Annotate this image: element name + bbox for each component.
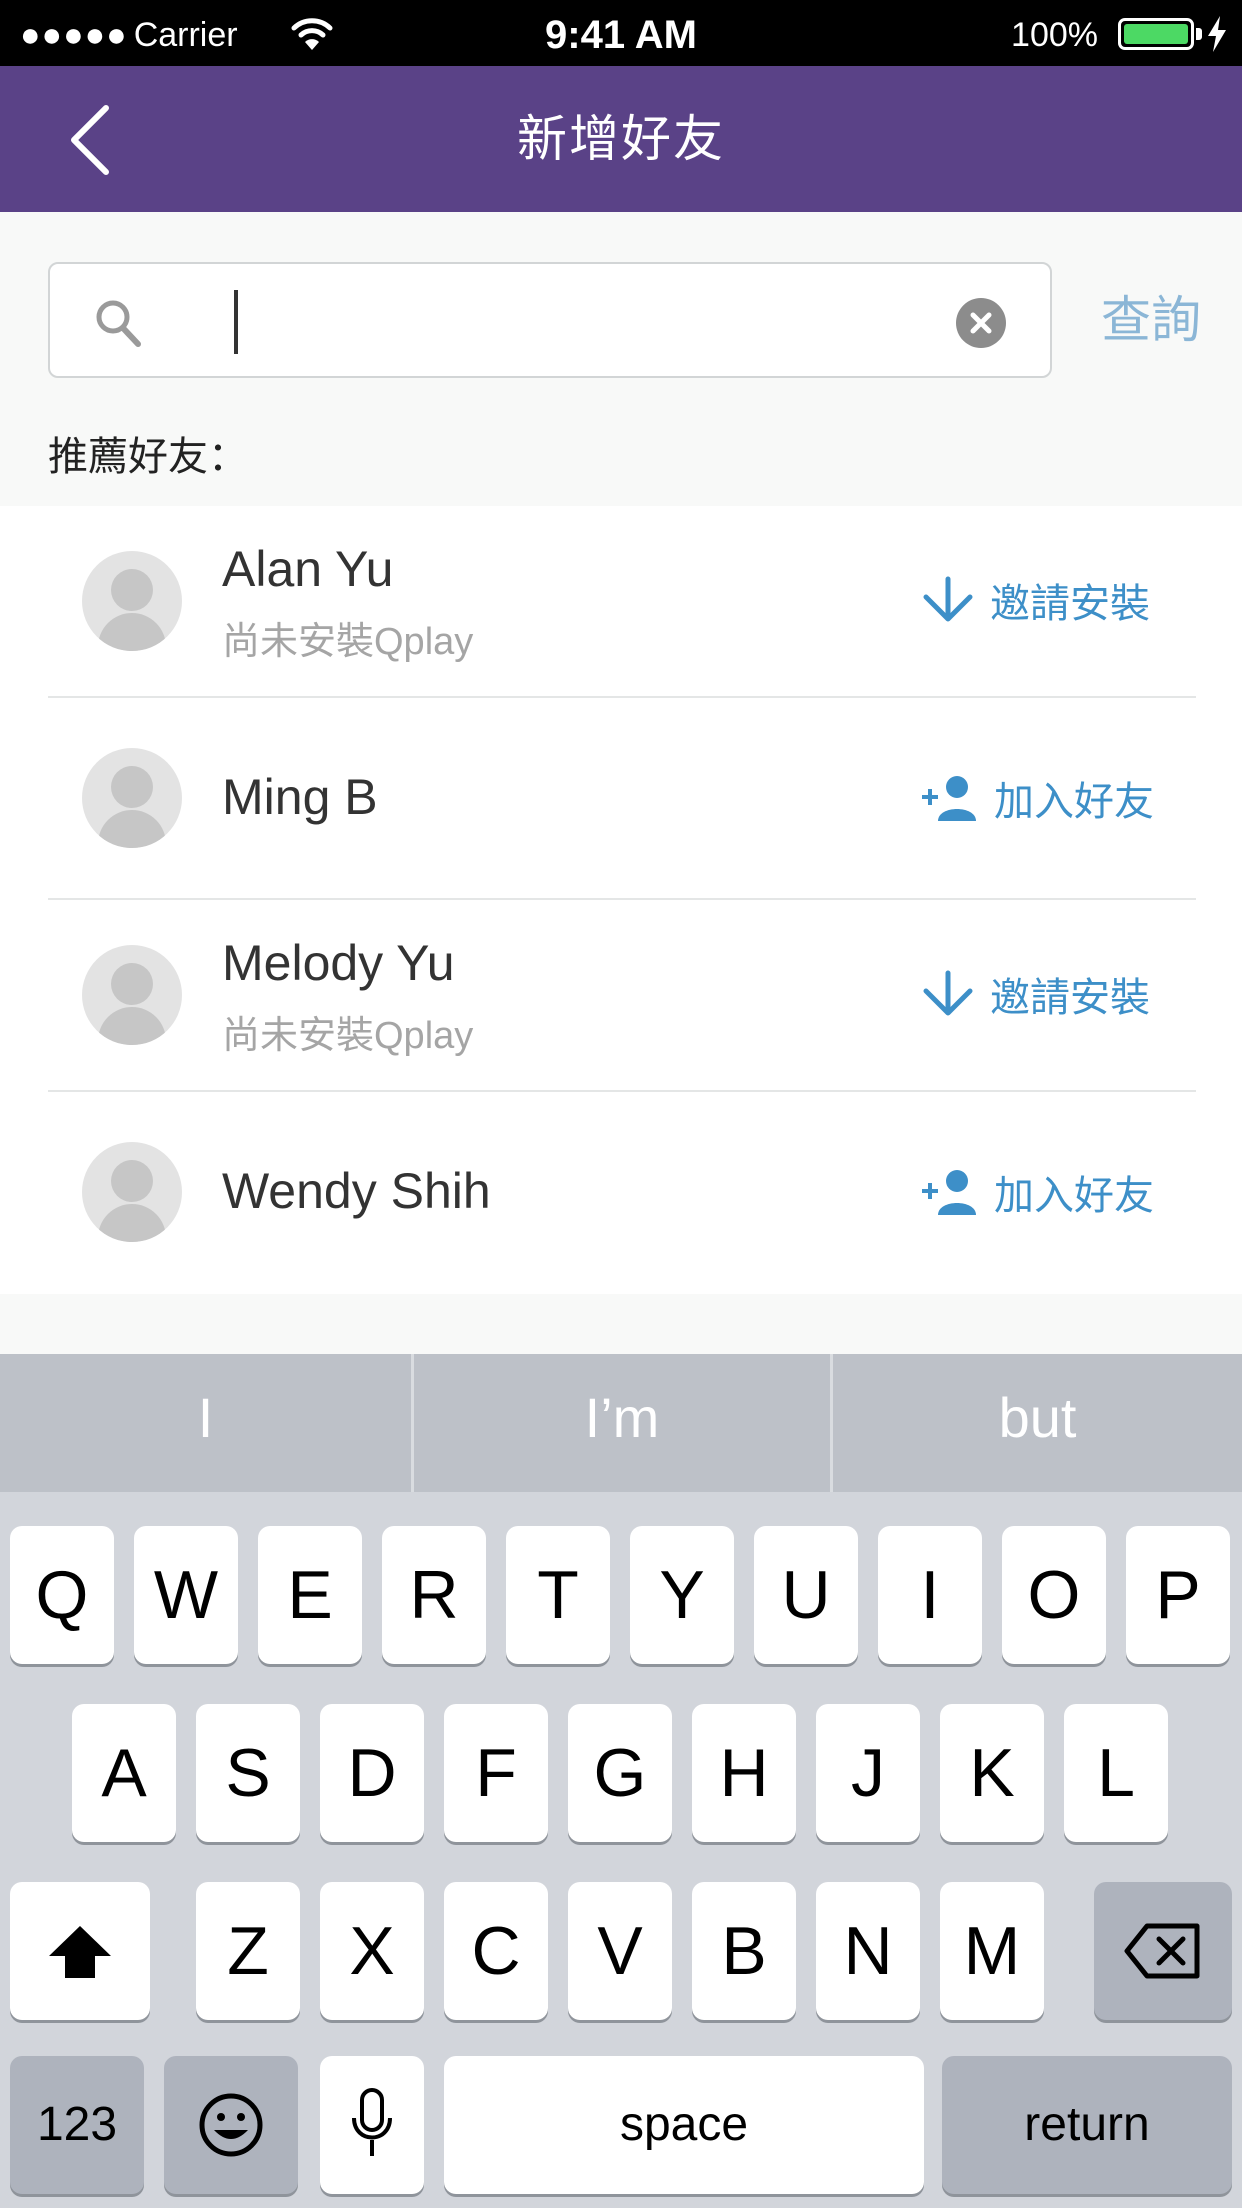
friend-list: Alan Yu 尚未安裝Qplay 邀請安裝 Ming B 加入好友 Melod… [0, 506, 1242, 1294]
suggestion[interactable]: I’m [414, 1354, 830, 1492]
list-item[interactable]: Alan Yu 尚未安裝Qplay 邀請安裝 [0, 506, 1242, 696]
key-i[interactable]: I [878, 1526, 982, 1664]
key-t[interactable]: T [506, 1526, 610, 1664]
charging-bolt-icon [1208, 16, 1226, 52]
search-icon [96, 300, 141, 347]
friend-name: Wendy Shih [222, 1163, 491, 1219]
list-item[interactable]: Melody Yu 尚未安裝Qplay 邀請安裝 [0, 900, 1242, 1090]
key-e[interactable]: E [258, 1526, 362, 1664]
key-s[interactable]: S [196, 1704, 300, 1842]
friend-name: Alan Yu [222, 541, 394, 597]
action-label: 加入好友 [994, 1174, 1154, 1218]
key-f[interactable]: F [444, 1704, 548, 1842]
shift-key[interactable] [10, 1882, 150, 2020]
key-c[interactable]: C [444, 1882, 548, 2020]
avatar [82, 551, 182, 651]
key-m[interactable]: M [940, 1882, 1044, 2020]
key-o[interactable]: O [1002, 1526, 1106, 1664]
key-d[interactable]: D [320, 1704, 424, 1842]
key-z[interactable]: Z [196, 1882, 300, 2020]
battery-nub [1196, 28, 1202, 40]
suggestion[interactable]: but [833, 1354, 1242, 1492]
text-caret [234, 290, 238, 354]
invite-install-button[interactable]: 邀請安裝 [920, 570, 1150, 630]
nav-bar: 新增好友 [0, 66, 1242, 212]
battery-icon [1118, 18, 1194, 50]
friend-name: Melody Yu [222, 935, 455, 991]
key-h[interactable]: H [692, 1704, 796, 1842]
suggestion[interactable]: I [0, 1354, 411, 1492]
key-n[interactable]: N [816, 1882, 920, 2020]
return-key[interactable]: return [942, 2056, 1232, 2194]
space-key[interactable]: space [444, 2056, 924, 2194]
key-k[interactable]: K [940, 1704, 1044, 1842]
emoji-icon [199, 2093, 263, 2157]
search-input[interactable] [180, 286, 980, 356]
download-arrow-icon [923, 576, 973, 622]
key-j[interactable]: J [816, 1704, 920, 1842]
microphone-icon [352, 2088, 392, 2156]
emoji-key[interactable] [164, 2056, 298, 2194]
key-q[interactable]: Q [10, 1526, 114, 1664]
key-g[interactable]: G [568, 1704, 672, 1842]
avatar [82, 945, 182, 1045]
friend-name: Ming B [222, 769, 378, 825]
suggestion-bar: I I’m but [0, 1354, 1242, 1492]
key-u[interactable]: U [754, 1526, 858, 1664]
backspace-icon [1124, 1923, 1200, 1979]
delete-key[interactable] [1094, 1882, 1232, 2020]
search-field[interactable] [48, 262, 1052, 378]
key-v[interactable]: V [568, 1882, 672, 2020]
key-l[interactable]: L [1064, 1704, 1168, 1842]
add-user-icon [922, 776, 976, 821]
page-title: 新增好友 [517, 111, 725, 167]
action-label: 邀請安裝 [990, 582, 1150, 626]
battery-percent: 100% [1011, 16, 1098, 54]
key-x[interactable]: X [320, 1882, 424, 2020]
friend-status: 尚未安裝Qplay [222, 621, 474, 663]
key-r[interactable]: R [382, 1526, 486, 1664]
section-label: 推薦好友： [48, 435, 248, 479]
dictation-key[interactable] [320, 2056, 424, 2194]
add-friend-button[interactable]: 加入好友 [920, 768, 1154, 828]
key-a[interactable]: A [72, 1704, 176, 1842]
add-user-icon [922, 1170, 976, 1215]
avatar [82, 1142, 182, 1242]
download-arrow-icon [923, 970, 973, 1016]
clear-icon[interactable] [956, 298, 1006, 348]
shift-arrow-icon [49, 1926, 111, 1978]
search-button[interactable]: 查詢 [1060, 262, 1242, 378]
add-friend-button[interactable]: 加入好友 [920, 1162, 1154, 1222]
key-y[interactable]: Y [630, 1526, 734, 1664]
friend-status: 尚未安裝Qplay [222, 1015, 474, 1057]
key-p[interactable]: P [1126, 1526, 1230, 1664]
avatar [82, 748, 182, 848]
key-b[interactable]: B [692, 1882, 796, 2020]
status-bar: ●●●●● Carrier 9:41 AM 100% [0, 0, 1242, 66]
list-item[interactable]: Wendy Shih 加入好友 [0, 1092, 1242, 1292]
keyboard: I I’m but Q W E R T Y U I O P A S D F G … [0, 1354, 1242, 2208]
numbers-key[interactable]: 123 [10, 2056, 144, 2194]
invite-install-button[interactable]: 邀請安裝 [920, 964, 1150, 1024]
list-item[interactable]: Ming B 加入好友 [0, 698, 1242, 898]
action-label: 加入好友 [994, 780, 1154, 824]
key-w[interactable]: W [134, 1526, 238, 1664]
action-label: 邀請安裝 [990, 976, 1150, 1020]
